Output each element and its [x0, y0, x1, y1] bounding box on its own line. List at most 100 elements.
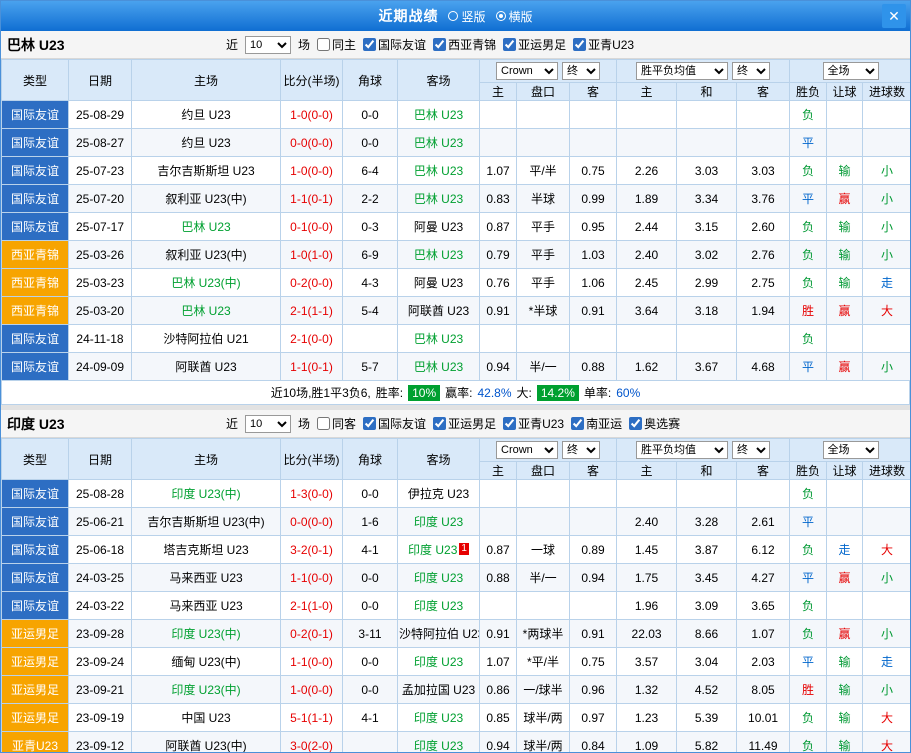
euro-home-odds: 1.45: [617, 536, 677, 564]
asia-odds-group: Crown 终: [480, 439, 617, 462]
asia-final-select[interactable]: 终: [562, 441, 600, 459]
euro-away-odds: 1.94: [737, 297, 790, 325]
layout-horizontal-radio[interactable]: 横版: [496, 8, 533, 25]
home-team: 巴林 U23: [132, 213, 281, 241]
competition-filter[interactable]: 亚运男足: [503, 36, 566, 53]
competition-filter[interactable]: 奥选赛: [629, 415, 680, 432]
bookmaker-select[interactable]: Crown: [496, 441, 558, 459]
radio-icon[interactable]: [448, 11, 458, 21]
same-side-filter[interactable]: 同客: [317, 415, 356, 432]
euro-draw-odds: 3.45: [677, 564, 737, 592]
competition-filter[interactable]: 南亚运: [571, 415, 622, 432]
corner-score: 0-0: [343, 592, 398, 620]
goals-result-cell: [863, 325, 911, 353]
competition-checkbox[interactable]: [363, 417, 376, 430]
dialog-title: 近期战绩: [378, 6, 438, 26]
handicap-result-cell: 输: [827, 732, 863, 753]
asia-home-odds: 0.87: [480, 213, 517, 241]
competition-checkbox[interactable]: [363, 38, 376, 51]
competition-type-badge: 亚运男足: [2, 648, 69, 676]
match-scope-select[interactable]: 全场: [823, 62, 879, 80]
avg-odds-select[interactable]: 胜平负均值: [636, 441, 728, 459]
same-side-label: 同主: [332, 36, 356, 53]
asia-away-odds: 0.75: [570, 157, 617, 185]
match-score: 1-1(0-0): [281, 648, 343, 676]
col-corner: 角球: [343, 60, 398, 101]
goals-result-cell: 走: [863, 648, 911, 676]
euro-draw-odds: [677, 129, 737, 157]
competition-type-badge: 亚青U23: [2, 732, 69, 753]
away-team: 巴林 U23: [398, 241, 480, 269]
goals-result-cell: 大: [863, 297, 911, 325]
euro-home-odds: 1.89: [617, 185, 677, 213]
euro-away-odds: 2.60: [737, 213, 790, 241]
handicap-result-cell: [827, 101, 863, 129]
competition-checkbox[interactable]: [433, 417, 446, 430]
competition-filter[interactable]: 亚青U23: [573, 36, 634, 53]
match-score: 5-1(1-1): [281, 704, 343, 732]
match-row: 国际友谊25-06-18塔吉克斯坦 U233-2(0-1)4-1印度 U2310…: [2, 536, 911, 564]
recent-count-select[interactable]: 10: [245, 36, 291, 54]
asia-handicap: 球半/两: [517, 732, 570, 753]
col-handicap-result: 让球: [827, 462, 863, 480]
match-row: 国际友谊25-08-28印度 U23(中)1-3(0-0)0-0伊拉克 U23负: [2, 480, 911, 508]
red-card-badge: 1: [459, 543, 469, 555]
match-row: 国际友谊24-11-18沙特阿拉伯 U212-1(0-0)巴林 U23负: [2, 325, 911, 353]
close-icon[interactable]: ✕: [882, 4, 906, 28]
match-date: 25-06-18: [69, 536, 132, 564]
euro-final-select[interactable]: 终: [732, 62, 770, 80]
match-row: 国际友谊25-07-17巴林 U230-1(0-0)0-3阿曼 U230.87平…: [2, 213, 911, 241]
euro-final-select[interactable]: 终: [732, 441, 770, 459]
home-team: 印度 U23(中): [132, 676, 281, 704]
match-row: 西亚青锦25-03-26叙利亚 U23(中)1-0(1-0)6-9巴林 U230…: [2, 241, 911, 269]
result-cell: 负: [790, 269, 827, 297]
match-date: 25-08-27: [69, 129, 132, 157]
match-row: 国际友谊25-08-29约旦 U231-0(0-0)0-0巴林 U23负: [2, 101, 911, 129]
competition-checkbox[interactable]: [629, 417, 642, 430]
competition-checkbox[interactable]: [571, 417, 584, 430]
team-name: 印度 U23: [1, 414, 226, 434]
home-team: 叙利亚 U23(中): [132, 185, 281, 213]
layout-vertical-radio[interactable]: 竖版: [448, 8, 485, 25]
competition-filter[interactable]: 亚青U23: [503, 415, 564, 432]
bookmaker-select[interactable]: Crown: [496, 62, 558, 80]
euro-draw-odds: 3.15: [677, 213, 737, 241]
asia-away-odds: [570, 592, 617, 620]
handicap-result-cell: 输: [827, 241, 863, 269]
same-side-checkbox[interactable]: [317, 417, 330, 430]
goals-result-cell: 大: [863, 732, 911, 753]
handicap-result-cell: [827, 325, 863, 353]
col-goals: 进球数: [863, 462, 911, 480]
handicap-result-cell: [827, 592, 863, 620]
competition-checkbox[interactable]: [573, 38, 586, 51]
col-euro-away: 客: [737, 462, 790, 480]
asia-handicap: 球半/两: [517, 704, 570, 732]
away-team: 巴林 U23: [398, 185, 480, 213]
euro-home-odds: 1.75: [617, 564, 677, 592]
radio-checked-icon[interactable]: [496, 11, 506, 21]
asia-handicap: [517, 592, 570, 620]
competition-filter[interactable]: 国际友谊: [363, 415, 426, 432]
col-euro-home: 主: [617, 83, 677, 101]
avg-odds-select[interactable]: 胜平负均值: [636, 62, 728, 80]
competition-checkbox[interactable]: [433, 38, 446, 51]
competition-checkbox[interactable]: [503, 417, 516, 430]
away-team: 印度 U231: [398, 536, 480, 564]
same-side-filter[interactable]: 同主: [317, 36, 356, 53]
competition-filter[interactable]: 亚运男足: [433, 415, 496, 432]
asia-handicap: [517, 129, 570, 157]
competition-filter[interactable]: 西亚青锦: [433, 36, 496, 53]
euro-draw-odds: [677, 480, 737, 508]
competition-filter[interactable]: 国际友谊: [363, 36, 426, 53]
competition-checkbox[interactable]: [503, 38, 516, 51]
asia-final-select[interactable]: 终: [562, 62, 600, 80]
handicap-result-cell: 赢: [827, 297, 863, 325]
corner-score: 6-9: [343, 241, 398, 269]
euro-home-odds: 1.32: [617, 676, 677, 704]
match-scope-select[interactable]: 全场: [823, 441, 879, 459]
result-cell: 负: [790, 536, 827, 564]
corner-score: 5-4: [343, 297, 398, 325]
same-side-checkbox[interactable]: [317, 38, 330, 51]
recent-count-select[interactable]: 10: [245, 415, 291, 433]
home-team: 约旦 U23: [132, 101, 281, 129]
